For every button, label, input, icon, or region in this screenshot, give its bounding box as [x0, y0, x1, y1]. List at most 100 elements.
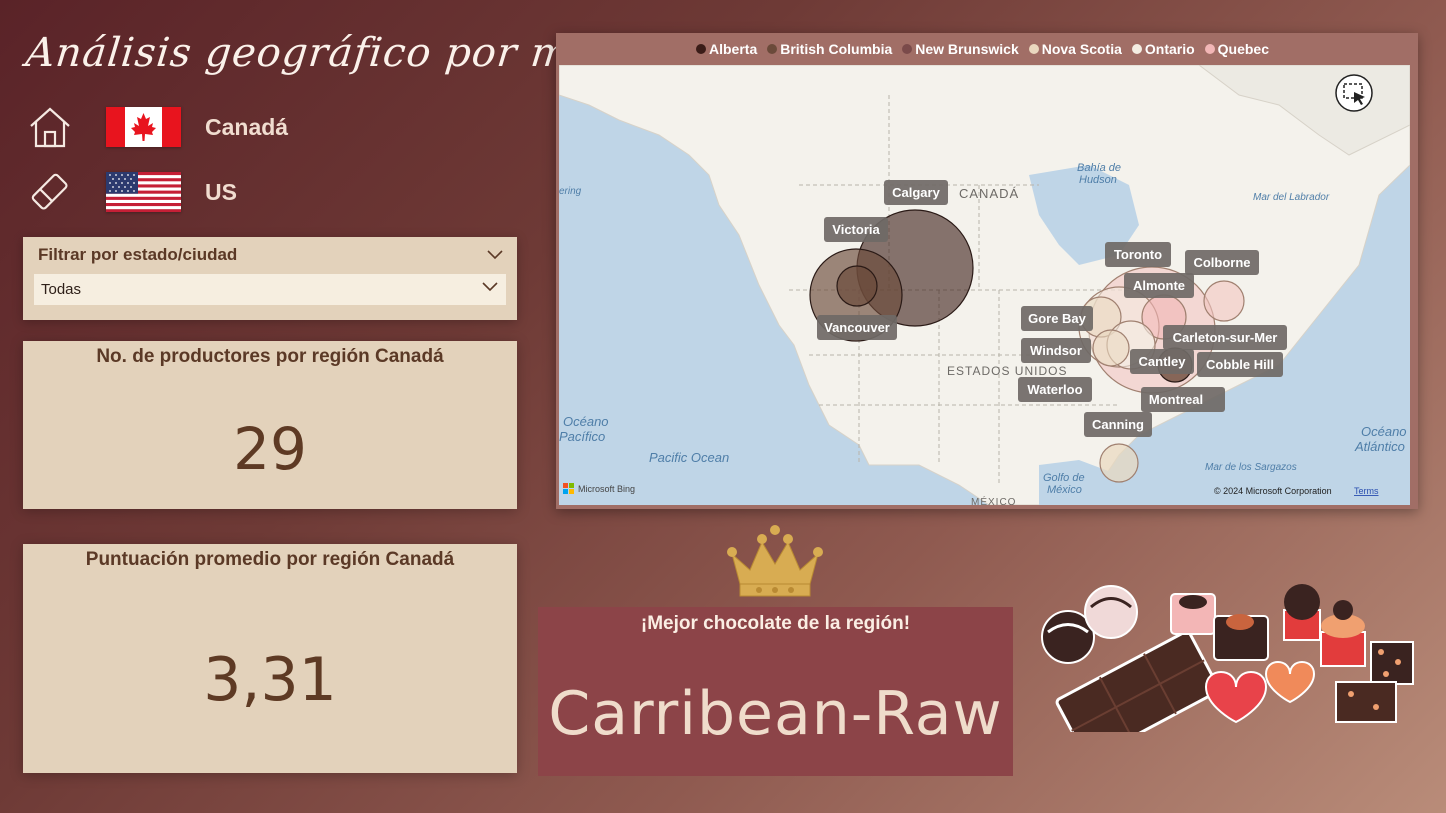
lasso-select-icon[interactable]: [1335, 74, 1373, 112]
legend-dot: [1131, 44, 1142, 54]
region-mexico: MÉXICO: [971, 495, 1016, 505]
chevron-down-icon[interactable]: [487, 247, 503, 265]
water-atlantic-1: Océano: [1361, 424, 1407, 439]
legend-label: British Columbia: [780, 41, 893, 57]
city-label-montreal: Montreal: [1141, 387, 1225, 412]
kpi-rating-card: Puntuación promedio por región Canadá 3,…: [23, 544, 517, 773]
legend-dot: [1028, 44, 1039, 54]
water-gulf-2: México: [1047, 484, 1082, 496]
city-label-vancouver: Vancouver: [817, 315, 897, 340]
map-copyright: © 2024 Microsoft Corporation: [1214, 486, 1332, 496]
svg-text:Montreal: Montreal: [1149, 392, 1203, 407]
city-label-colborne: Colborne: [1185, 250, 1259, 275]
city-label-carleton: Carleton-sur-Mer: [1163, 325, 1287, 350]
city-label-cobble-hill: Cobble Hill: [1197, 352, 1283, 377]
svg-text:Calgary: Calgary: [892, 185, 940, 200]
water-atlantic-2: Atlántico: [1354, 439, 1405, 454]
nav-us-row: US: [26, 168, 237, 216]
city-label-toronto: Toronto: [1105, 242, 1171, 267]
svg-text:Cantley: Cantley: [1139, 354, 1187, 369]
water-hudson-1: Bahía de: [1077, 162, 1121, 174]
bubble-canning: [1099, 443, 1139, 483]
legend-item-nova-scotia[interactable]: Nova Scotia: [1028, 41, 1122, 57]
city-label-cantley: Cantley: [1130, 349, 1194, 374]
map-visual: Alberta British Columbia New Brunswick N…: [556, 33, 1418, 509]
city-label-calgary: Calgary: [884, 180, 948, 205]
legend-dot: [902, 44, 913, 54]
city-label-almonte: Almonte: [1124, 273, 1194, 298]
nav-canada-row: Canadá: [26, 103, 288, 151]
water-pacific-2: Pacífico: [559, 429, 605, 444]
legend-item-alberta[interactable]: Alberta: [696, 41, 757, 57]
city-label-victoria: Victoria: [824, 217, 888, 242]
water-sargasso: Mar de los Sargazos: [1205, 462, 1297, 473]
svg-text:Toronto: Toronto: [1114, 247, 1162, 262]
water-bering: ering: [559, 186, 582, 197]
canada-label[interactable]: Canadá: [205, 114, 288, 141]
kpi-producers-title: No. de productores por región Canadá: [96, 346, 444, 367]
region-usa: ESTADOS UNIDOS: [947, 364, 1067, 378]
best-chocolate-card: ¡Mejor chocolate de la región! Carribean…: [538, 607, 1013, 776]
city-label-windsor: Windsor: [1021, 338, 1091, 363]
svg-text:Vancouver: Vancouver: [824, 320, 890, 335]
kpi-rating-value: 3,31: [203, 645, 337, 715]
legend-label: Nova Scotia: [1041, 41, 1122, 57]
svg-text:Almonte: Almonte: [1133, 278, 1185, 293]
svg-text:Waterloo: Waterloo: [1027, 382, 1082, 397]
legend-item-british-columbia[interactable]: British Columbia: [767, 41, 892, 57]
bing-attribution: Microsoft Bing: [578, 484, 635, 494]
legend-item-ontario[interactable]: Ontario: [1131, 41, 1195, 57]
city-label-gore-bay: Gore Bay: [1021, 306, 1093, 331]
bubble-waterloo: [1092, 329, 1130, 367]
svg-text:Colborne: Colborne: [1193, 255, 1250, 270]
canada-flag-icon[interactable]: [106, 107, 181, 147]
legend-label: Ontario: [1144, 41, 1195, 57]
bubble-vancouver: [836, 265, 878, 307]
eraser-icon[interactable]: [26, 168, 74, 216]
crown-icon: [724, 524, 826, 605]
us-flag-icon[interactable]: [106, 172, 181, 212]
water-hudson-2: Hudson: [1079, 174, 1117, 186]
svg-text:Victoria: Victoria: [832, 222, 880, 237]
chocolates-illustration: [1036, 582, 1422, 761]
kpi-rating-title: Puntuación promedio por región Canadá: [85, 549, 455, 570]
legend-item-quebec[interactable]: Quebec: [1204, 41, 1270, 57]
map-legend: Alberta British Columbia New Brunswick N…: [696, 41, 1269, 57]
legend-item-new-brunswick[interactable]: New Brunswick: [902, 41, 1019, 57]
map-svg: CANADÁ ESTADOS UNIDOS MÉXICO Bahía de Hu…: [559, 65, 1410, 505]
land-masses: [559, 65, 1410, 505]
home-icon[interactable]: [26, 103, 74, 151]
legend-dot: [767, 44, 778, 54]
legend-label: New Brunswick: [915, 41, 1019, 57]
filter-title: Filtrar por estado/ciudad: [38, 245, 238, 264]
legend-label: Quebec: [1217, 41, 1270, 57]
svg-text:Windsor: Windsor: [1030, 343, 1082, 358]
map-canvas[interactable]: CANADÁ ESTADOS UNIDOS MÉXICO Bahía de Hu…: [559, 65, 1410, 505]
svg-text:Cobble Hill: Cobble Hill: [1206, 357, 1274, 372]
bubble-colborne: [1203, 280, 1245, 322]
water-labrador: Mar del Labrador: [1253, 192, 1330, 203]
svg-text:Carleton-sur-Mer: Carleton-sur-Mer: [1173, 330, 1278, 345]
filter-selected-value: Todas: [41, 281, 82, 298]
terms-link[interactable]: Terms: [1354, 486, 1379, 496]
north-america-land: [559, 65, 1410, 505]
bing-logo: [563, 483, 574, 494]
city-label-canning: Canning: [1084, 412, 1152, 437]
kpi-producers-value: 29: [233, 415, 307, 483]
city-label-waterloo: Waterloo: [1018, 377, 1092, 402]
best-chocolate-label: ¡Mejor chocolate de la región!: [640, 613, 911, 634]
svg-text:Canning: Canning: [1092, 417, 1144, 432]
water-pacific-1: Océano: [563, 414, 609, 429]
svg-text:Gore Bay: Gore Bay: [1028, 311, 1087, 326]
water-pacific-ocean: Pacific Ocean: [649, 450, 729, 465]
best-chocolate-value: Carribean-Raw: [548, 679, 1003, 749]
water-gulf-1: Golfo de: [1043, 472, 1085, 484]
filter-slicer: Filtrar por estado/ciudad Todas: [23, 237, 517, 320]
filter-dropdown[interactable]: Todas: [34, 274, 506, 305]
legend-dot: [1204, 44, 1215, 54]
region-canada: CANADÁ: [959, 186, 1019, 201]
legend-label: Alberta: [709, 41, 758, 57]
legend-dot: [696, 44, 706, 54]
us-label[interactable]: US: [205, 179, 237, 206]
kpi-producers-card: No. de productores por región Canadá 29: [23, 341, 517, 509]
